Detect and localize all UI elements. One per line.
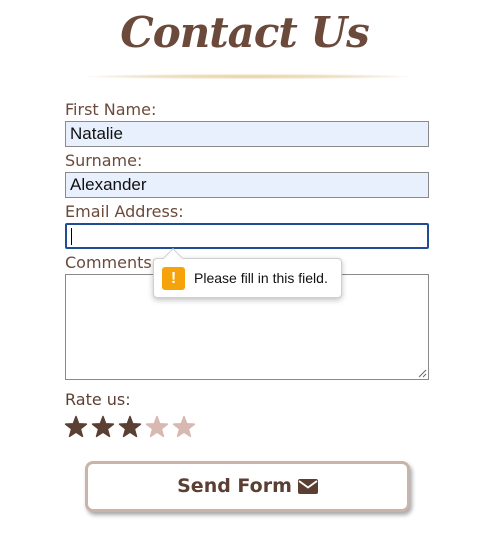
surname-input[interactable]: Alexander [65, 172, 429, 198]
star-icon-5[interactable] [172, 415, 196, 439]
star-icon-3[interactable] [118, 415, 142, 439]
email-label: Email Address: [65, 202, 184, 221]
page-title: Contact Us [120, 8, 369, 57]
first-name-input[interactable]: Natalie [65, 121, 429, 147]
surname-label: Surname: [65, 151, 143, 170]
tooltip-arrow [163, 248, 183, 268]
validation-tooltip: ! Please fill in this field. [153, 248, 342, 298]
email-input[interactable] [65, 223, 429, 249]
star-icon-4[interactable] [145, 415, 169, 439]
send-form-label: Send Form [177, 475, 292, 497]
contact-page: Contact Us First Name: Natalie Surname: … [0, 0, 489, 545]
warning-icon: ! [162, 267, 185, 290]
resize-handle-icon[interactable] [417, 368, 427, 378]
text-caret [71, 228, 72, 245]
comments-label: Comments: [65, 253, 158, 272]
validation-message: Please fill in this field. [194, 270, 328, 286]
send-form-button[interactable]: Send Form [85, 461, 410, 512]
envelope-icon [297, 479, 318, 494]
first-name-label: First Name: [65, 100, 157, 119]
star-icon-1[interactable] [64, 415, 88, 439]
star-icon-2[interactable] [91, 415, 115, 439]
rating-label: Rate us: [65, 390, 131, 409]
title-divider [88, 74, 408, 79]
